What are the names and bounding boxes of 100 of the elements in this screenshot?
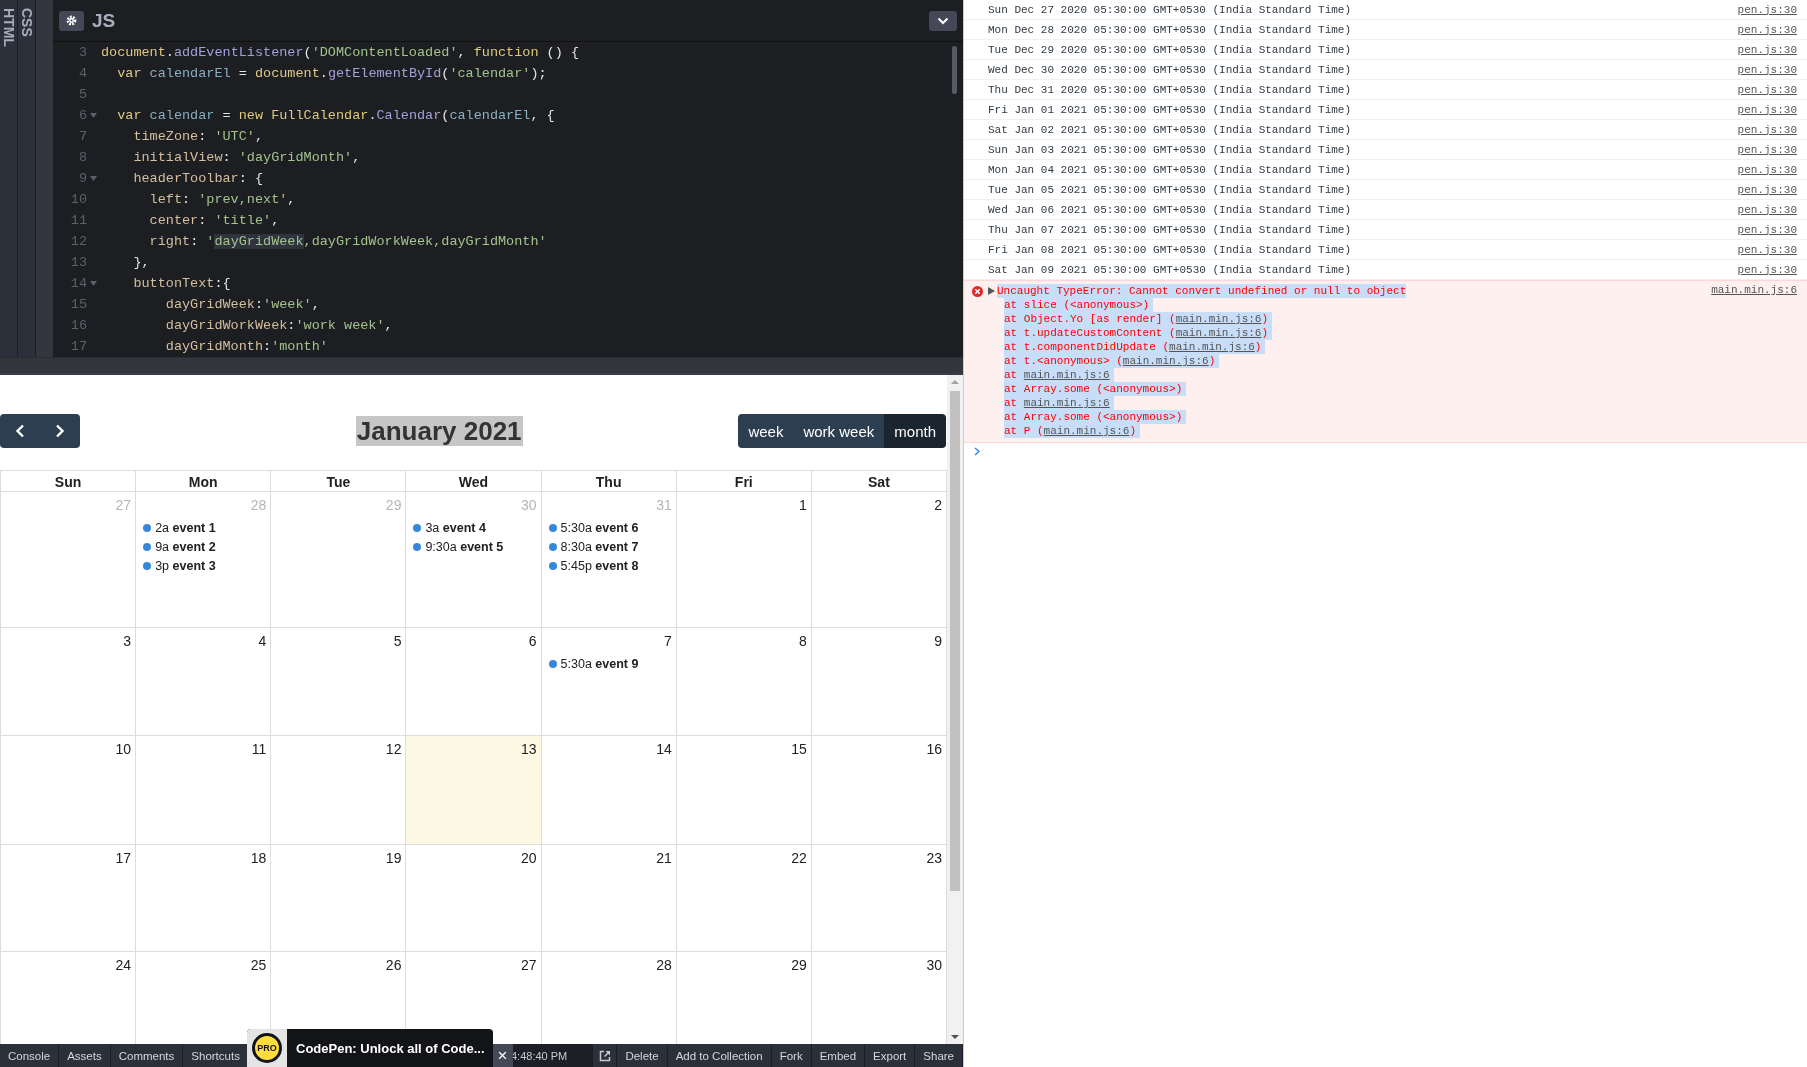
day-cell[interactable]: 1 xyxy=(676,492,812,628)
source-link[interactable]: pen.js:30 xyxy=(1737,103,1797,116)
event-label: 3p event 3 xyxy=(155,558,216,575)
event-dot-icon xyxy=(548,660,557,668)
day-cell[interactable]: 3 xyxy=(1,628,137,736)
day-cell[interactable]: 23 xyxy=(811,845,947,952)
calendar-title: January 2021 xyxy=(355,416,523,446)
day-number: 22 xyxy=(791,849,807,867)
day-cell[interactable]: 8 xyxy=(676,628,812,736)
source-link[interactable]: pen.js:30 xyxy=(1737,223,1797,236)
day-cell[interactable]: 11 xyxy=(136,736,272,845)
code-line: initialView: 'dayGridMonth', xyxy=(132,149,362,167)
day-cell[interactable]: 5 xyxy=(271,628,407,736)
calendar-event[interactable]: 8:30a event 7 xyxy=(545,538,672,556)
log-message: Fri Jan 08 2021 05:30:00 GMT+0530 (India Standard Time) xyxy=(988,243,1352,256)
footer-button[interactable]: Delete xyxy=(617,1044,668,1067)
footer-button[interactable]: Fork xyxy=(771,1044,812,1067)
pro-badge: PRO xyxy=(252,1033,282,1063)
open-external-button[interactable] xyxy=(593,1044,618,1067)
source-link[interactable]: pen.js:30 xyxy=(1737,243,1797,256)
calendar-event[interactable]: 9:30a event 5 xyxy=(410,538,537,556)
day-cell[interactable]: 9 xyxy=(811,628,947,736)
calendar-event[interactable]: 5:30a event 6 xyxy=(545,519,672,537)
source-link[interactable]: pen.js:30 xyxy=(1737,43,1797,56)
calendar-event[interactable]: 9a event 2 xyxy=(140,538,267,556)
footer-button[interactable]: Embed xyxy=(811,1044,866,1067)
day-cell[interactable]: 28 2a event 1 9a event 2 3p event 3 xyxy=(136,492,272,628)
source-link[interactable]: pen.js:30 xyxy=(1737,203,1797,216)
day-cell[interactable]: 22 xyxy=(676,845,812,952)
error-message: Uncaught TypeError: Cannot convert undefined or null to object xyxy=(997,284,1407,298)
day-cell[interactable]: 19 xyxy=(271,845,407,952)
day-cell[interactable]: 4 xyxy=(136,628,272,736)
event-label: 5:30a event 9 xyxy=(560,656,639,673)
day-cell[interactable]: 17 xyxy=(1,845,137,952)
day-cell[interactable]: 10 xyxy=(1,736,137,845)
footer-button[interactable]: Shortcuts xyxy=(183,1044,249,1067)
day-cell[interactable]: 13 xyxy=(406,736,542,845)
settings-button[interactable] xyxy=(59,10,84,31)
source-link[interactable]: pen.js:30 xyxy=(1737,263,1797,276)
promo-toast[interactable]: PRO CodePen: Unlock all of Code... xyxy=(247,1029,493,1067)
source-link[interactable]: pen.js:30 xyxy=(1737,163,1797,176)
collapse-button[interactable] xyxy=(929,10,957,31)
scrollbar[interactable] xyxy=(947,375,963,1044)
code-line: dayGridWeek:'week', xyxy=(164,296,321,314)
line-number: 4 xyxy=(77,65,87,83)
source-link[interactable]: pen.js:30 xyxy=(1737,183,1797,196)
day-cell[interactable]: 7 5:30a event 9 xyxy=(541,628,677,736)
day-cell[interactable]: 15 xyxy=(676,736,812,845)
day-number: 28 xyxy=(656,956,672,974)
source-link[interactable]: main.min.js:6 xyxy=(1023,369,1110,381)
calendar-event[interactable]: 5:30a event 9 xyxy=(545,655,672,673)
calendar-event[interactable]: 2a event 1 xyxy=(140,519,267,537)
day-cell[interactable]: 16 xyxy=(811,736,947,845)
previous-button[interactable] xyxy=(0,414,40,448)
calendar-event[interactable]: 3p event 3 xyxy=(140,557,267,575)
source-link[interactable]: pen.js:30 xyxy=(1737,23,1797,36)
scroll-up-icon xyxy=(951,379,959,385)
day-number: 17 xyxy=(115,849,132,867)
day-cell[interactable]: 21 xyxy=(541,845,677,952)
line-number: 15 xyxy=(69,296,87,314)
footer-button[interactable]: Assets xyxy=(59,1044,111,1067)
source-link[interactable]: pen.js:30 xyxy=(1737,63,1797,76)
calendar-event[interactable]: 5:45p event 8 xyxy=(545,557,672,575)
day-cell[interactable]: 20 xyxy=(406,845,542,952)
view-button[interactable]: week xyxy=(738,414,794,448)
event-dot-icon xyxy=(548,524,557,532)
view-button[interactable]: month xyxy=(884,414,946,448)
day-cell[interactable]: 2 xyxy=(811,492,947,628)
source-link[interactable]: main.min.js:6 xyxy=(1023,397,1110,409)
day-cell[interactable]: 18 xyxy=(136,845,272,952)
weekday-header: Thu xyxy=(541,470,677,492)
code-line: var calendarEl = document.getElementById('calendar'); xyxy=(116,65,548,83)
close-button[interactable]: × xyxy=(492,1044,513,1067)
source-link[interactable]: main.min.js:6 xyxy=(1043,425,1130,437)
source-link[interactable]: main.min.js:6 xyxy=(1711,284,1797,298)
source-link[interactable]: main.min.js:6 xyxy=(1169,341,1255,353)
day-number: 11 xyxy=(251,740,267,758)
footer-button[interactable]: Share xyxy=(915,1044,963,1067)
view-button[interactable]: work week xyxy=(793,414,885,448)
footer-button[interactable]: Add to Collection xyxy=(667,1044,772,1067)
footer-button[interactable]: Export xyxy=(865,1044,916,1067)
footer-button[interactable]: Comments xyxy=(110,1044,184,1067)
event-label: 5:45p event 8 xyxy=(560,558,639,575)
day-number: 8 xyxy=(799,632,807,650)
source-link[interactable]: main.min.js:6 xyxy=(1175,327,1262,339)
footer-button[interactable]: Console xyxy=(0,1044,60,1067)
calendar-event[interactable]: 3a event 4 xyxy=(410,519,537,537)
line-number: 11 xyxy=(69,212,87,230)
source-link[interactable]: pen.js:30 xyxy=(1737,143,1797,156)
line-number: 5 xyxy=(77,86,87,104)
scrollbar-thumb[interactable] xyxy=(952,46,957,94)
day-cell[interactable]: 14 xyxy=(541,736,677,845)
day-cell[interactable]: 30 3a event 4 9:30a event 5 xyxy=(406,492,542,628)
source-link[interactable]: pen.js:30 xyxy=(1737,83,1797,96)
next-button[interactable] xyxy=(40,414,80,448)
source-link[interactable]: main.min.js:6 xyxy=(1122,355,1209,367)
source-link[interactable]: main.min.js:6 xyxy=(1175,313,1262,325)
day-cell[interactable]: 31 5:30a event 6 8:30a event 7 5:45p event 8 xyxy=(541,492,677,628)
source-link[interactable]: pen.js:30 xyxy=(1737,3,1797,16)
source-link[interactable]: pen.js:30 xyxy=(1737,123,1797,136)
